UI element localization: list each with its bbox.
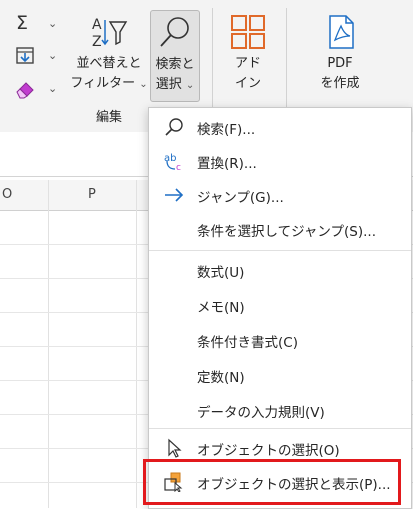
group-label-editing: 編集 xyxy=(95,110,122,125)
menu-item-label: 置換(R)... xyxy=(197,156,257,172)
sort-filter-label-2: フィルター ⌄ xyxy=(70,74,148,94)
find-select-label-2: 選択 ⌄ xyxy=(151,75,199,95)
menu-item-label: 検索(F)... xyxy=(197,122,256,138)
sort-filter-label-2-text: フィルター xyxy=(70,76,136,91)
find-select-label-1: 検索と xyxy=(155,57,195,72)
highlight-box xyxy=(143,459,401,505)
pdf-icon xyxy=(329,15,354,49)
pointer-icon xyxy=(168,438,182,458)
addins-icon xyxy=(231,15,265,49)
svg-text:ab: ab xyxy=(164,153,176,164)
menu-item-label: 定数(N) xyxy=(197,370,245,386)
addins-label-2: イン xyxy=(234,76,261,91)
menu-item-label: メモ(N) xyxy=(197,300,245,316)
chevron-down-icon: ⌄ xyxy=(48,82,58,95)
svg-text:Z: Z xyxy=(92,34,102,50)
chevron-down-icon: ⌄ xyxy=(48,17,58,30)
menu-item-find[interactable]: 検索(F)... xyxy=(149,110,411,144)
svg-text:c: c xyxy=(176,163,181,171)
find-select-button[interactable]: 検索と 選択 ⌄ xyxy=(150,10,200,102)
sort-filter-label-1: 並べ替えと xyxy=(76,56,142,71)
menu-item-goto-special[interactable]: 条件を選択してジャンプ(S)... xyxy=(149,212,411,246)
menu-item-notes[interactable]: メモ(N) xyxy=(149,288,411,322)
menu-item-label: ジャンプ(G)... xyxy=(197,190,284,206)
menu-item-constants[interactable]: 定数(N) xyxy=(149,358,411,392)
fill-button[interactable]: ⌄ xyxy=(12,44,60,68)
pdf-label-2: を作成 xyxy=(320,76,360,91)
menu-item-goto[interactable]: ジャンプ(G)... xyxy=(149,178,411,212)
menu-item-conditional-formatting[interactable]: 条件付き書式(C) xyxy=(149,323,411,357)
search-icon xyxy=(160,17,189,47)
menu-separator xyxy=(149,428,411,429)
chevron-down-icon: ⌄ xyxy=(139,79,148,90)
search-icon xyxy=(165,118,183,136)
eraser-icon xyxy=(16,82,34,99)
chevron-down-icon: ⌄ xyxy=(48,49,58,62)
autosum-button[interactable]: Σ ⌄ xyxy=(12,12,60,36)
chevron-down-icon: ⌄ xyxy=(185,80,195,91)
pdf-label-1: PDF xyxy=(327,56,353,71)
menu-item-replace[interactable]: ab c 置換(R)... xyxy=(149,144,411,178)
svg-text:A: A xyxy=(92,17,102,33)
sort-filter-button[interactable]: A Z 並べ替えと フィルター ⌄ xyxy=(70,10,148,100)
menu-item-label: オブジェクトの選択(O) xyxy=(197,443,340,459)
sort-filter-icon: A Z xyxy=(92,17,128,50)
addins-button[interactable]: アド イン xyxy=(218,10,278,100)
column-header-o[interactable]: O xyxy=(2,187,12,202)
fill-down-icon xyxy=(16,47,34,64)
grid-line xyxy=(136,180,137,508)
create-pdf-button[interactable]: PDF を作成 xyxy=(300,10,380,100)
replace-icon: ab c xyxy=(164,153,181,171)
menu-item-label: 条件を選択してジャンプ(S)... xyxy=(197,224,376,240)
menu-separator xyxy=(149,250,411,251)
sigma-icon: Σ xyxy=(16,12,29,34)
find-select-menu: 検索(F)... ab c 置換(R)... ジャンプ(G)... 条件を選択し… xyxy=(148,107,412,509)
menu-item-label: データの入力規則(V) xyxy=(197,405,325,421)
find-select-label-2-text: 選択 xyxy=(155,77,182,92)
grid-line xyxy=(48,180,49,508)
menu-item-data-validation[interactable]: データの入力規則(V) xyxy=(149,393,411,427)
arrow-right-icon xyxy=(165,188,184,202)
menu-item-formulas[interactable]: 数式(U) xyxy=(149,253,411,287)
clear-button[interactable]: ⌄ xyxy=(12,77,60,101)
menu-item-label: 数式(U) xyxy=(197,265,245,281)
menu-item-label: 条件付き書式(C) xyxy=(197,335,298,351)
column-header-p[interactable]: P xyxy=(88,187,96,202)
addins-label-1: アド xyxy=(234,56,261,71)
